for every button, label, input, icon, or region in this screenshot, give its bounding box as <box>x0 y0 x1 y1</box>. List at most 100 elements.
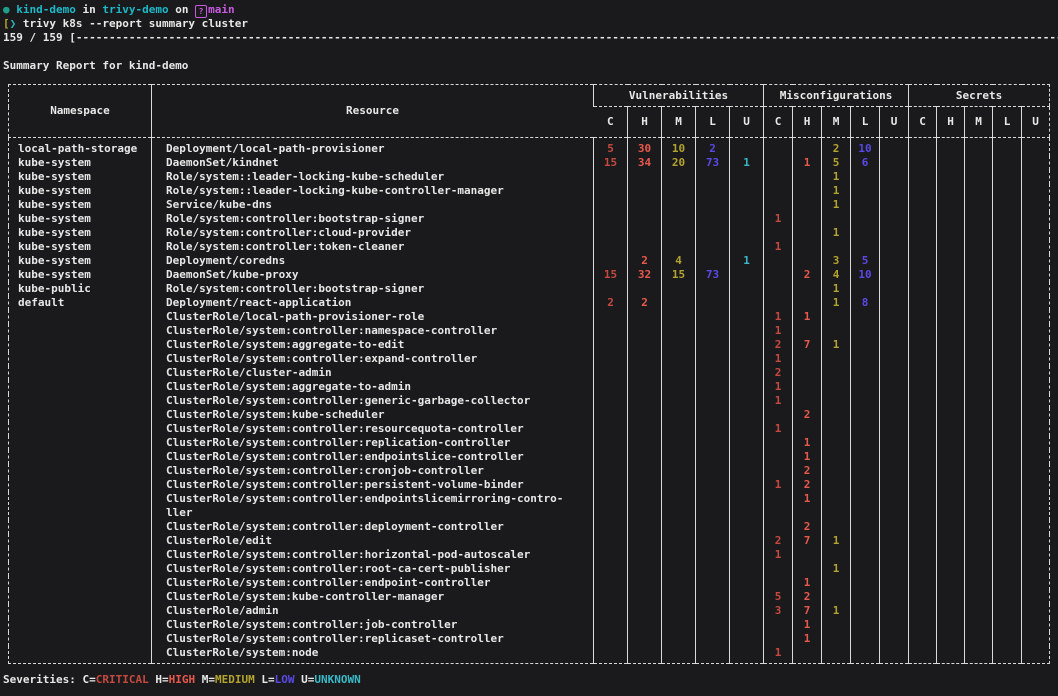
cell-severity-l <box>993 310 1022 324</box>
cell-resource: Role/system:controller:bootstrap-signer <box>152 212 594 226</box>
cell-severity-h <box>628 170 662 184</box>
header-severity-m: M <box>662 107 696 138</box>
cell-severity-m <box>965 408 993 422</box>
cell-severity-c <box>594 310 628 324</box>
cell-severity-h <box>628 520 662 534</box>
cell-severity-c <box>594 632 628 646</box>
cell-severity-c <box>594 282 628 296</box>
cell-severity-c: 15 <box>594 156 628 170</box>
progress-bar: [---------------------------------------… <box>69 31 1058 44</box>
cell-resource: DaemonSet/kube-proxy <box>152 268 594 282</box>
cell-severity-m <box>822 394 851 408</box>
cell-namespace <box>9 394 152 408</box>
cell-severity-m: 3 <box>822 254 851 268</box>
prompt-directory: kind-demo <box>16 3 76 16</box>
cell-severity-c <box>594 422 628 436</box>
cell-severity-u <box>730 548 764 562</box>
cell-severity-c: 1 <box>764 352 793 366</box>
cell-severity-u <box>730 352 764 366</box>
cell-severity-u <box>880 450 909 464</box>
cell-severity-l: 10 <box>851 268 880 282</box>
cell-severity-c <box>909 366 937 380</box>
cell-severity-l <box>696 282 730 296</box>
cell-severity-u <box>730 618 764 632</box>
cell-severity-l <box>993 436 1022 450</box>
cell-severity-m <box>822 632 851 646</box>
cell-severity-m <box>662 576 696 590</box>
table-row: ClusterRole/system:controller:replicaset… <box>9 632 1050 646</box>
prompt-in-word: in <box>82 3 95 16</box>
cell-severity-m <box>965 450 993 464</box>
cell-severity-h <box>937 184 965 198</box>
cell-namespace: kube-system <box>9 198 152 212</box>
table-row: ClusterRole/system:controller:root-ca-ce… <box>9 562 1050 576</box>
cell-severity-l <box>993 534 1022 548</box>
cell-severity-h <box>793 324 822 338</box>
cell-severity-m <box>822 436 851 450</box>
cell-severity-h: 2 <box>793 464 822 478</box>
cell-resource: Deployment/local-path-provisioner <box>152 138 594 157</box>
cell-severity-l <box>696 562 730 576</box>
cell-severity-m <box>965 310 993 324</box>
cell-severity-m <box>822 548 851 562</box>
table-row: kube-systemDeployment/coredns24135 <box>9 254 1050 268</box>
cell-severity-h <box>628 394 662 408</box>
header-severity-u: U <box>730 107 764 138</box>
cell-severity-u <box>1022 324 1050 338</box>
cell-severity-m <box>965 366 993 380</box>
cell-resource: ClusterRole/system:controller:endpointsl… <box>152 492 594 520</box>
table-row: kube-systemRole/system:controller:cloud-… <box>9 226 1050 240</box>
cell-namespace <box>9 604 152 618</box>
terminal-window[interactable]: { "terminal": { "prompt_line": { "dot": … <box>0 0 1058 696</box>
cell-resource: ClusterRole/system:controller:deployment… <box>152 520 594 534</box>
cell-resource: ClusterRole/system:aggregate-to-edit <box>152 338 594 352</box>
header-severity-m: M <box>965 107 993 138</box>
command-line: [❯ trivy k8s --report summary cluster <box>3 17 248 31</box>
table-row: kube-systemRole/system::leader-locking-k… <box>9 184 1050 198</box>
cell-namespace <box>9 520 152 534</box>
command-text: trivy k8s --report summary cluster <box>16 17 248 30</box>
cell-severity-m <box>822 310 851 324</box>
cell-severity-h <box>628 324 662 338</box>
cell-severity-u <box>1022 450 1050 464</box>
cell-severity-u <box>880 198 909 212</box>
cell-severity-u <box>880 138 909 157</box>
cell-severity-u <box>730 492 764 520</box>
cell-severity-u <box>880 394 909 408</box>
cell-severity-m: 1 <box>822 184 851 198</box>
cell-severity-c <box>594 226 628 240</box>
cell-severity-m <box>662 632 696 646</box>
cell-severity-m <box>662 492 696 520</box>
header-severity-c: C <box>594 107 628 138</box>
cell-severity-h <box>628 632 662 646</box>
cell-severity-h: 1 <box>793 310 822 324</box>
cell-severity-l: 73 <box>696 156 730 170</box>
cell-severity-l <box>993 618 1022 632</box>
cell-severity-c <box>594 366 628 380</box>
cell-resource: Role/system:controller:token-cleaner <box>152 240 594 254</box>
cell-severity-l: 5 <box>851 254 880 268</box>
cell-severity-u <box>1022 338 1050 352</box>
cell-severity-l <box>851 562 880 576</box>
cell-namespace <box>9 590 152 604</box>
cell-resource: ClusterRole/system:controller:root-ca-ce… <box>152 562 594 576</box>
table-row: ClusterRole/system:kube-scheduler2 <box>9 408 1050 422</box>
severities-legend: Severities: C=CRITICAL H=HIGH M=MEDIUM L… <box>3 673 361 687</box>
cell-severity-c <box>909 562 937 576</box>
cell-resource: DaemonSet/kindnet <box>152 156 594 170</box>
cell-severity-c <box>764 296 793 310</box>
cell-severity-c <box>909 198 937 212</box>
header-severity-u: U <box>1022 107 1050 138</box>
cell-severity-l: 6 <box>851 156 880 170</box>
cell-severity-l <box>696 324 730 338</box>
cell-severity-u <box>1022 254 1050 268</box>
cell-severity-c <box>909 450 937 464</box>
cell-severity-m <box>662 450 696 464</box>
cell-severity-l <box>696 548 730 562</box>
cell-severity-m <box>822 366 851 380</box>
cell-severity-l <box>851 618 880 632</box>
cell-severity-l <box>851 436 880 450</box>
header-namespace: Namespace <box>9 85 152 138</box>
cell-severity-u <box>880 520 909 534</box>
cell-severity-l <box>696 632 730 646</box>
